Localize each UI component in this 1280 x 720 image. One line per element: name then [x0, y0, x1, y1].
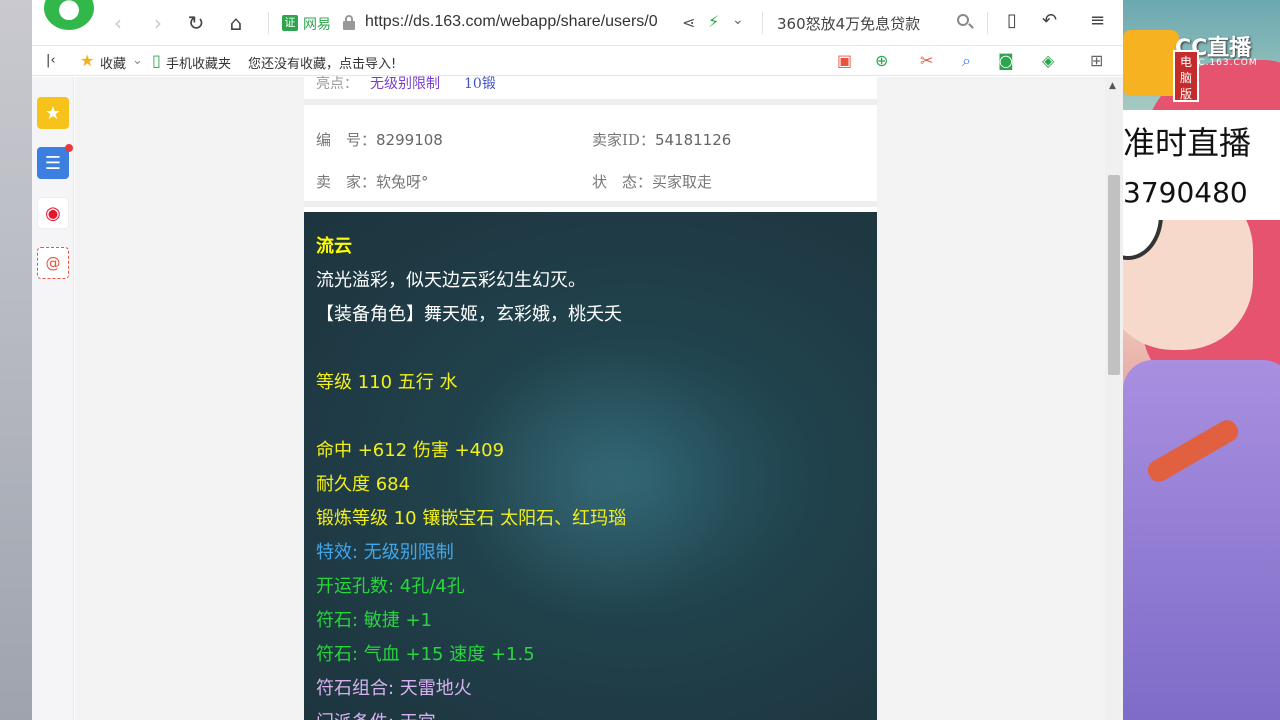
site-name: 网易: [303, 17, 331, 33]
page-scrollbar[interactable]: ▲: [1105, 77, 1123, 720]
browser-logo-icon: [44, 0, 94, 30]
bookmark-empty-hint[interactable]: 您还没有收藏，点击导入!: [248, 53, 396, 72]
search-icon[interactable]: [957, 14, 975, 32]
chevron-down-icon[interactable]: ⌄: [732, 12, 744, 28]
seller-value: 软兔呀°: [376, 173, 429, 191]
menu-icon[interactable]: ≡: [1090, 10, 1105, 31]
weibo-icon[interactable]: ◉: [37, 197, 69, 229]
status-label: 状 态：: [592, 173, 653, 191]
stream-notice-line-1: 准时直播: [1123, 124, 1252, 162]
tv-icon[interactable]: ▣: [837, 51, 852, 70]
chevron-down-icon[interactable]: ⌄: [132, 53, 143, 68]
mail-icon[interactable]: @: [37, 247, 69, 279]
equipment-flavor: 流光溢彩，似天边云彩幻生幻灭。: [316, 270, 586, 291]
desktop-version-badge: 电脑版: [1173, 50, 1199, 102]
undo-icon[interactable]: ↶: [1042, 10, 1057, 31]
equipment-durability: 耐久度 684: [316, 474, 411, 495]
magnifier-icon[interactable]: ⌕: [962, 51, 971, 71]
scissors-icon[interactable]: ✂: [920, 51, 933, 70]
star-icon: ★: [80, 51, 95, 70]
equipment-rune-1: 符石: 敏捷 +1: [316, 610, 433, 631]
cc-live-domain: CC.163.COM: [1191, 58, 1258, 68]
side-panel: ★ ☰ ◉ @: [32, 77, 74, 720]
item-number-value: 8299108: [376, 131, 443, 149]
background-glow: [454, 342, 734, 622]
cartoon-character-body: [1123, 360, 1280, 720]
bookmark-favorites[interactable]: 收藏: [100, 53, 126, 72]
news-icon[interactable]: ☰: [37, 147, 69, 179]
equipment-stats: 命中 +612 伤害 +409: [316, 440, 505, 461]
forward-icon[interactable]: ›: [144, 10, 172, 36]
toolbar-divider: [987, 12, 988, 34]
share-icon[interactable]: ⋖: [682, 13, 695, 32]
apps-icon[interactable]: ⊞: [1090, 51, 1103, 70]
favorites-star-icon[interactable]: ★: [37, 97, 69, 129]
item-info-section: 编 号：8299108 卖家ID：54181126 卖 家：软兔呀° 状 态：买…: [304, 111, 877, 207]
shield-icon[interactable]: ◈: [1042, 51, 1054, 70]
item-detail-card: 亮点： 无级别限制 10锻 编 号：8299108 卖家ID：54181126 …: [304, 76, 877, 720]
item-number-label: 编 号：: [316, 131, 377, 149]
desktop-background-left: [0, 0, 32, 720]
equipment-rune-combo: 符石组合: 天雷地火: [316, 678, 472, 699]
equipment-effect: 特效: 无级别限制: [316, 542, 454, 563]
stream-notice-line-2: 3790480: [1123, 176, 1248, 209]
bookmarks-bar: |‹ ★ 收藏 ⌄ ▯ 手机收藏夹 您还没有收藏，点击导入! ▣ ⊕ ✂ ⌕ ◙…: [32, 46, 1123, 76]
scroll-thumb[interactable]: [1108, 175, 1120, 375]
equipment-level: 等级 110 五行 水: [316, 372, 458, 393]
seller-label: 卖 家：: [316, 173, 377, 191]
cc-live-logo: CC直播 CC.163.COM 电脑版: [1123, 22, 1280, 102]
seller-id-label: 卖家ID：: [592, 131, 655, 149]
lightning-icon[interactable]: ⚡: [708, 12, 719, 31]
phone-icon: ▯: [152, 51, 161, 70]
toolbar-divider: [762, 12, 763, 34]
item-number: 编 号：8299108: [316, 129, 443, 150]
browser-toolbar: ‹ › ↻ ⌂ 证 网易 https://ds.163.com/webapp/s…: [32, 0, 1123, 46]
live-stream-overlay: CC直播 CC.163.COM 电脑版 准时直播 3790480: [1123, 0, 1280, 720]
collapse-icon[interactable]: |‹: [46, 53, 56, 68]
notification-dot: [65, 144, 73, 152]
scroll-up-arrow-icon[interactable]: ▲: [1109, 81, 1116, 91]
site-verified-icon: 证: [282, 15, 298, 31]
equipment-roles: 【装备角色】舞天姬，玄彩娥，桃夭夭: [316, 304, 622, 325]
search-input[interactable]: 360怒放4万免息贷款: [777, 13, 920, 34]
equipment-description-panel: 流云 流光溢彩，似天边云彩幻生幻灭。 【装备角色】舞天姬，玄彩娥，桃夭夭 等级 …: [304, 212, 877, 720]
equipment-holes: 开运孔数: 4孔/4孔: [316, 576, 465, 597]
back-icon[interactable]: ‹: [104, 10, 132, 36]
mascot-badge-icon: [1123, 30, 1179, 96]
page-viewport: 亮点： 无级别限制 10锻 编 号：8299108 卖家ID：54181126 …: [75, 76, 1105, 720]
highlight-forge-value: 10锻: [464, 76, 496, 92]
bookmark-mobile-favorites[interactable]: 手机收藏夹: [166, 53, 231, 72]
equipment-faction: 门派条件: 天宫: [316, 708, 436, 720]
address-bar[interactable]: https://ds.163.com/webapp/share/users/0: [365, 13, 670, 31]
browser-window: ‹ › ↻ ⌂ 证 网易 https://ds.163.com/webapp/s…: [32, 0, 1123, 720]
item-status: 状 态：买家取走: [592, 171, 712, 192]
equipment-forge: 锻炼等级 10 镶嵌宝石 太阳石、红玛瑙: [316, 508, 627, 529]
equipment-name: 流云: [316, 236, 352, 257]
seller-id-value: 54181126: [654, 131, 732, 149]
toolbar-divider: [268, 12, 269, 34]
highlight-value: 无级别限制: [370, 76, 440, 92]
refresh-icon[interactable]: ↻: [182, 10, 210, 36]
home-icon[interactable]: ⌂: [222, 10, 250, 36]
seller-name: 卖 家：软兔呀°: [316, 171, 429, 192]
status-value: 买家取走: [652, 173, 713, 191]
translate-icon[interactable]: ⊕: [875, 51, 888, 70]
highlight-row: 亮点： 无级别限制 10锻: [304, 76, 877, 105]
gamepad-icon[interactable]: ◙: [998, 51, 1014, 70]
seller-id: 卖家ID：54181126: [592, 129, 731, 150]
lock-icon: [342, 15, 356, 30]
mobile-icon[interactable]: ▯: [1007, 10, 1017, 31]
highlight-label: 亮点：: [316, 76, 358, 92]
equipment-rune-2: 符石: 气血 +15 速度 +1.5: [316, 644, 535, 665]
